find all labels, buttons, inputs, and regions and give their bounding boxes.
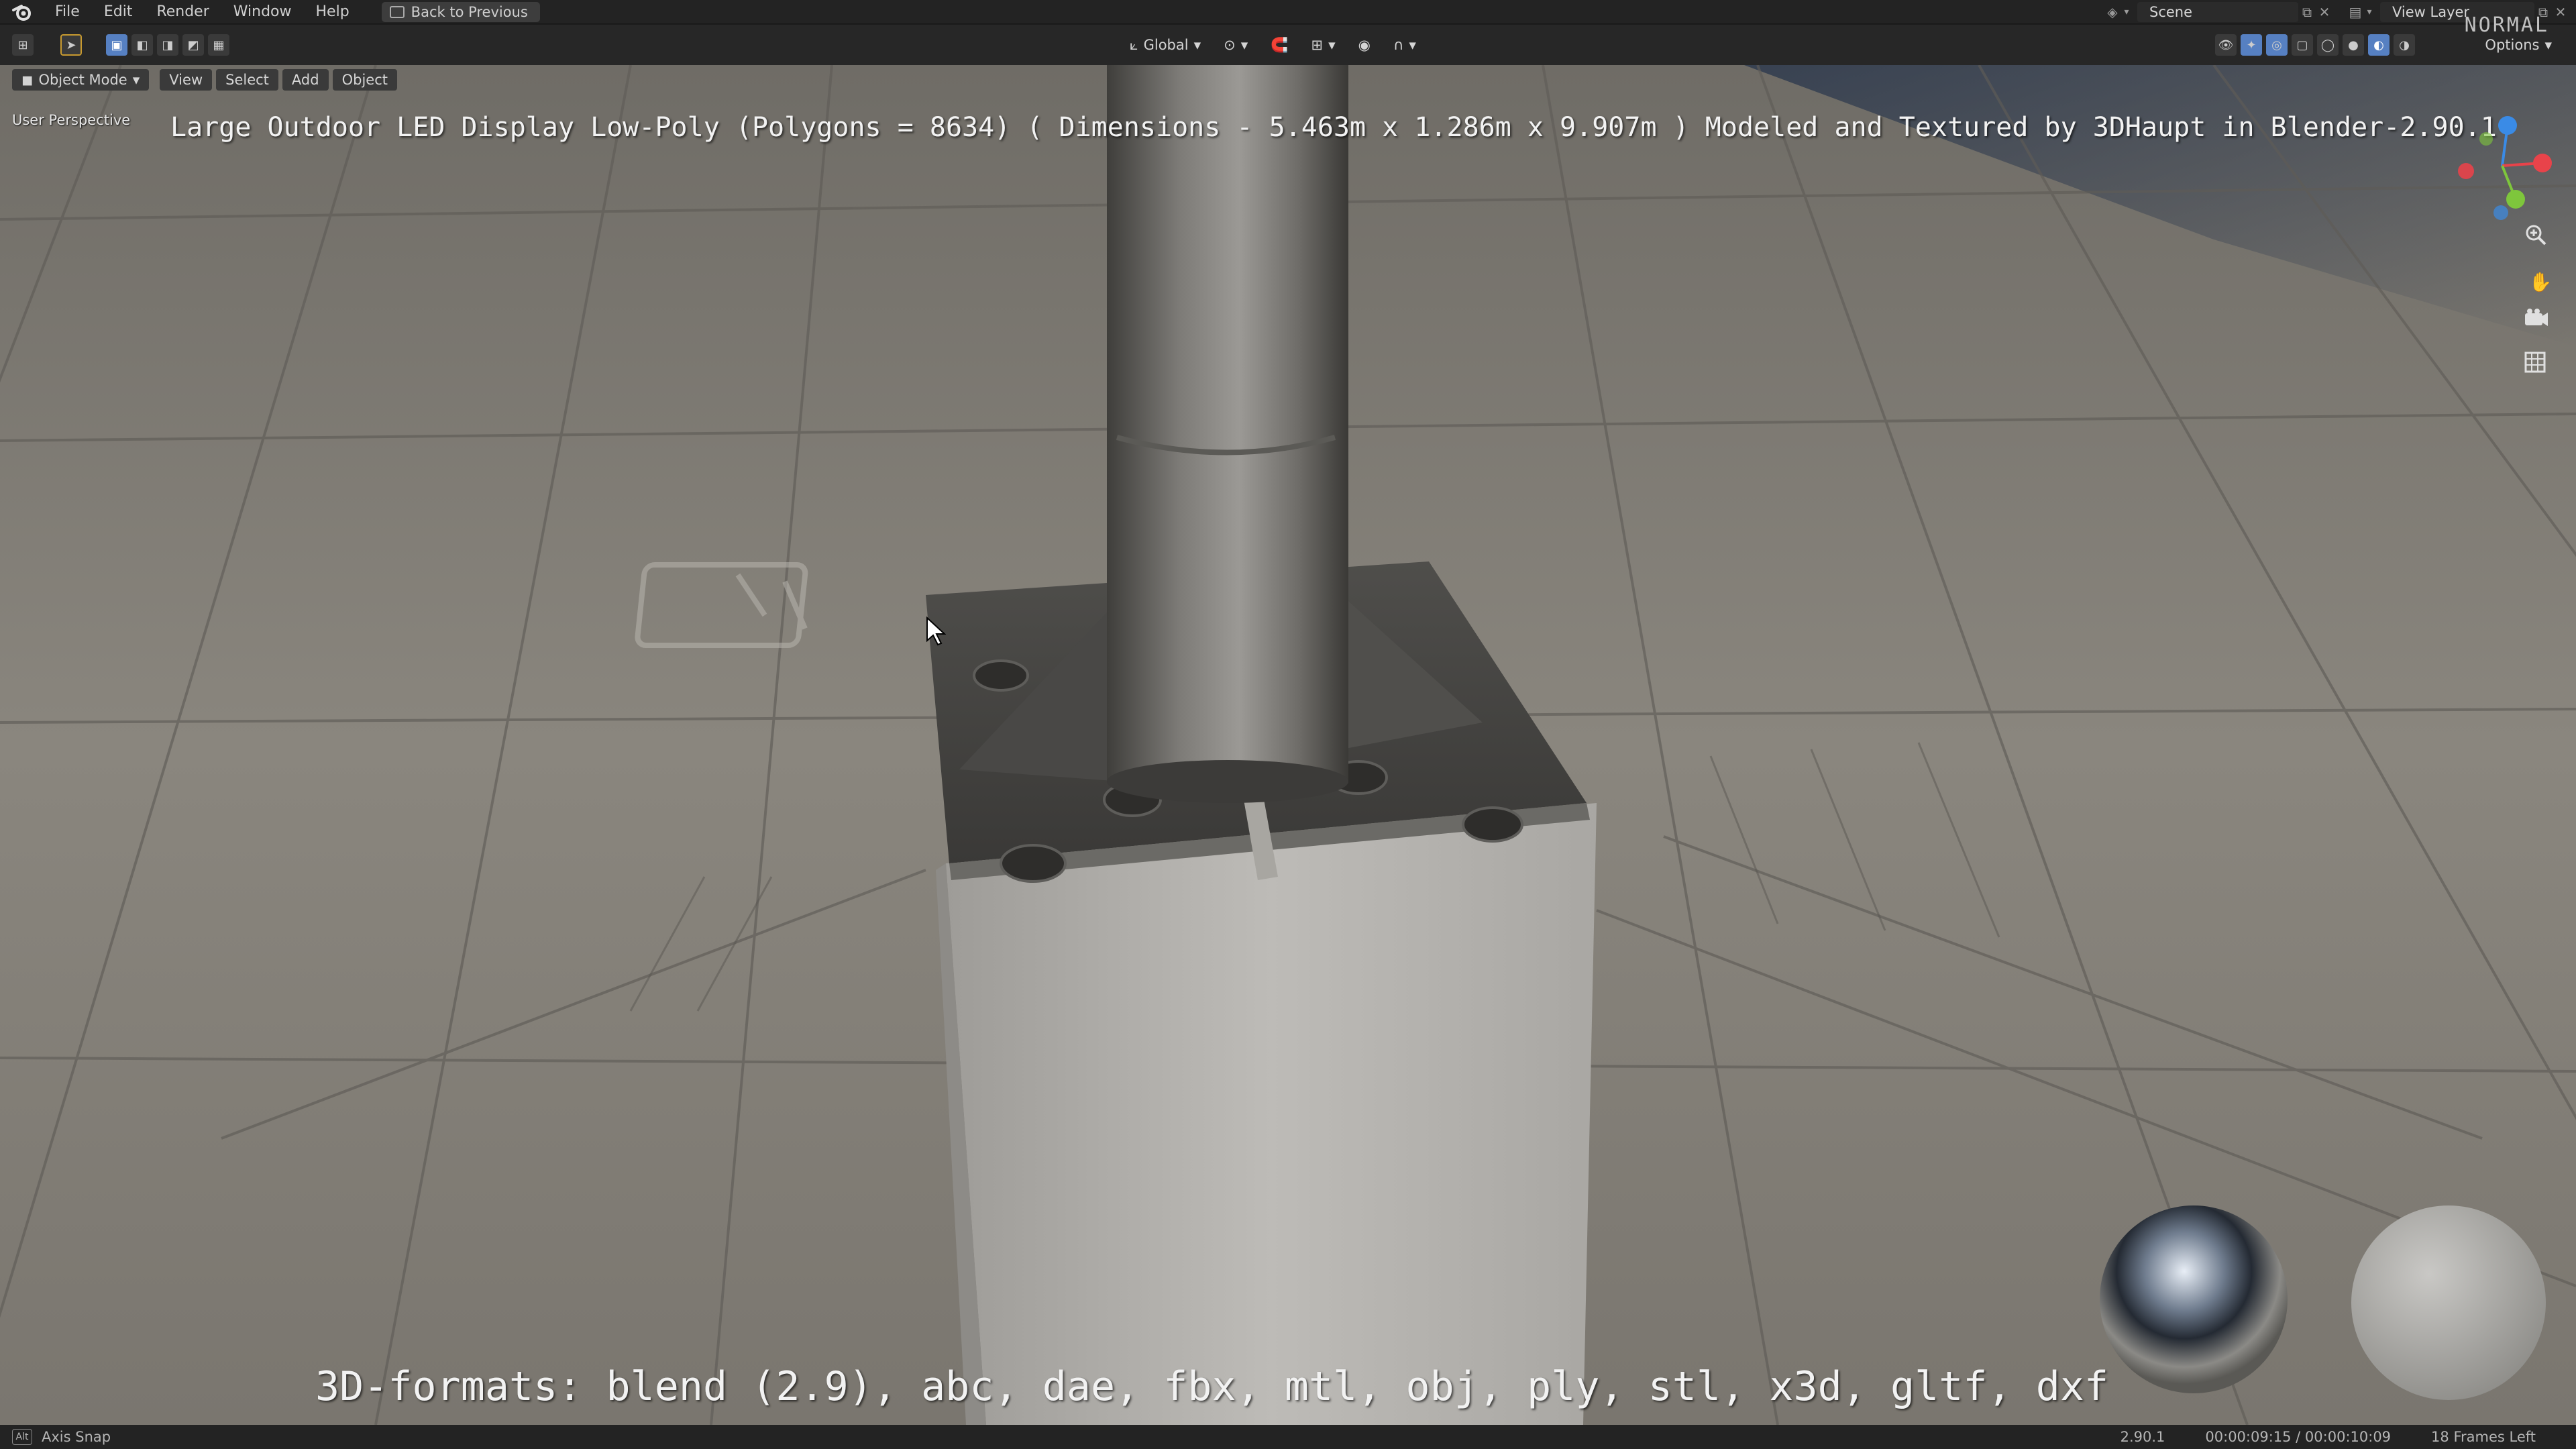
status-bar: Alt Axis Snap 2.90.1 00:00:09:15 / 00:00…	[0, 1425, 2576, 1449]
orientation-icon: ⟀	[1130, 36, 1138, 53]
select-box-invert-icon[interactable]: ◩	[182, 34, 204, 56]
viewport-header-menus: ◼ Object Mode ▾ View Select Add Object	[0, 65, 2576, 96]
watermark-logo: NORMAL	[2464, 13, 2549, 37]
menu-edit[interactable]: Edit	[92, 0, 145, 24]
transform-orientation-label: Global	[1143, 37, 1189, 53]
editor-type-icon[interactable]: ⊞	[12, 34, 34, 56]
menu-render[interactable]: Render	[144, 0, 221, 24]
grid-icon[interactable]	[2524, 351, 2557, 384]
view-layer-icon[interactable]: ▤	[2347, 3, 2364, 21]
blender-logo-icon[interactable]	[11, 1, 34, 23]
close-layer-icon[interactable]: ✕	[2552, 3, 2569, 21]
object-mode-label: Object Mode	[38, 72, 127, 88]
proportional-editing-toggle[interactable]: ◉	[1349, 34, 1380, 56]
chevron-down-icon: ▾	[2544, 37, 2552, 53]
copy-scene-icon[interactable]: ⧉	[2298, 3, 2316, 21]
gizmo-z-axis[interactable]	[2498, 116, 2517, 135]
xray-toggle-icon[interactable]: ▢	[2292, 34, 2313, 56]
matte-sphere	[2351, 1205, 2546, 1400]
scene-name-field[interactable]: Scene	[2137, 2, 2298, 22]
snap-increment-icon: ⊞	[1311, 37, 1324, 53]
viewport-header: ⊞ ➤ ▣ ◧ ◨ ◩ ▦ ⟀ Global ▾ ⊙ ▾ 🧲 ⊞ ▾ ◉ ∩ ▾	[0, 25, 2576, 65]
select-box-new-icon[interactable]: ▣	[106, 34, 127, 56]
select-box-subtract-icon[interactable]: ◨	[157, 34, 178, 56]
view-menu[interactable]: View	[160, 69, 213, 91]
alt-key-icon: Alt	[12, 1429, 32, 1445]
model-title-overlay: Large Outdoor LED Display Low-Poly (Poly…	[170, 112, 2497, 143]
gizmo-toggle-icon[interactable]: ✦	[2241, 34, 2262, 56]
solid-shading-icon[interactable]: ●	[2343, 34, 2364, 56]
transform-orientation-dropdown[interactable]: ⟀ Global ▾	[1120, 34, 1210, 56]
chrome-sphere	[2100, 1205, 2288, 1393]
menu-file[interactable]: File	[43, 0, 92, 24]
wireframe-shading-icon[interactable]: ◯	[2317, 34, 2339, 56]
object-visibility-icon[interactable]: 👁	[2215, 34, 2237, 56]
hand-icon[interactable]: ✋	[2524, 265, 2557, 299]
chevron-down-icon: ▾	[1193, 37, 1201, 53]
view-layer-label: View Layer	[2392, 4, 2470, 20]
chevron-down-icon[interactable]: ▾	[2364, 3, 2375, 21]
chevron-down-icon: ▾	[132, 72, 140, 88]
select-box-intersect-icon[interactable]: ▦	[208, 34, 229, 56]
options-dropdown[interactable]: Options ▾	[2475, 34, 2561, 56]
magnet-icon: 🧲	[1271, 36, 1289, 53]
gizmo-neg-x-axis[interactable]	[2458, 163, 2474, 179]
3d-viewport[interactable]: User Perspective Large Outdoor LED Displ…	[0, 65, 2576, 1425]
menu-help[interactable]: Help	[304, 0, 362, 24]
top-menu-bar: File Edit Render Window Help Back to Pre…	[0, 0, 2576, 24]
gizmo-neg-y-axis[interactable]	[2479, 132, 2493, 146]
formats-overlay: 3D-formats: blend (2.9), abc, dae, fbx, …	[315, 1363, 2109, 1410]
menu-window[interactable]: Window	[221, 0, 304, 24]
falloff-dropdown[interactable]: ∩ ▾	[1384, 34, 1426, 56]
back-to-previous-label: Back to Previous	[411, 3, 528, 20]
snap-target-dropdown[interactable]: ⊞ ▾	[1301, 34, 1344, 56]
select-box-extend-icon[interactable]: ◧	[131, 34, 153, 56]
viewport-perspective-label: User Perspective	[12, 112, 131, 128]
select-menu[interactable]: Select	[216, 69, 278, 91]
chevron-down-icon: ▾	[1409, 37, 1416, 53]
overlay-toggle-icon[interactable]: ◎	[2266, 34, 2288, 56]
chevron-down-icon[interactable]: ▾	[2121, 3, 2132, 21]
chevron-down-icon: ▾	[1328, 37, 1336, 53]
gizmo-neg-z-axis[interactable]	[2493, 205, 2508, 220]
camera-icon[interactable]	[2524, 308, 2557, 341]
navigation-gizmo[interactable]	[2442, 112, 2563, 233]
falloff-curve-icon: ∩	[1393, 37, 1404, 53]
snap-toggle[interactable]: 🧲	[1261, 34, 1297, 56]
hdri-preview-spheres	[2100, 1205, 2546, 1400]
select-tool-icon[interactable]: ➤	[60, 34, 82, 56]
gizmo-x-axis[interactable]	[2533, 154, 2552, 172]
close-scene-icon[interactable]: ✕	[2316, 3, 2333, 21]
gizmo-y-axis[interactable]	[2506, 190, 2525, 209]
options-label: Options	[2485, 37, 2540, 53]
rendered-shading-icon[interactable]: ◑	[2394, 34, 2415, 56]
chevron-down-icon: ▾	[1240, 37, 1248, 53]
object-mode-icon: ◼	[21, 72, 34, 88]
back-to-previous-button[interactable]: Back to Previous	[381, 1, 540, 22]
pivot-point-dropdown[interactable]: ⊙ ▾	[1214, 34, 1257, 56]
scene-name-label: Scene	[2149, 4, 2193, 20]
version-label: 2.90.1	[2120, 1429, 2165, 1445]
pivot-icon: ⊙	[1224, 37, 1236, 53]
axis-snap-label: Axis Snap	[42, 1429, 111, 1445]
playback-time-label: 00:00:09:15 / 00:00:10:09	[2205, 1429, 2392, 1445]
window-icon	[389, 5, 405, 18]
frames-left-label: 18 Frames Left	[2431, 1429, 2536, 1445]
material-preview-shading-icon[interactable]: ◐	[2368, 34, 2390, 56]
add-menu[interactable]: Add	[282, 69, 329, 91]
object-menu[interactable]: Object	[332, 69, 397, 91]
proportional-icon: ◉	[1358, 37, 1371, 53]
object-mode-dropdown[interactable]: ◼ Object Mode ▾	[12, 69, 150, 91]
zoom-icon[interactable]	[2524, 223, 2557, 256]
scene-type-icon[interactable]: ◈	[2104, 3, 2121, 21]
mouse-cursor-icon	[926, 616, 946, 646]
